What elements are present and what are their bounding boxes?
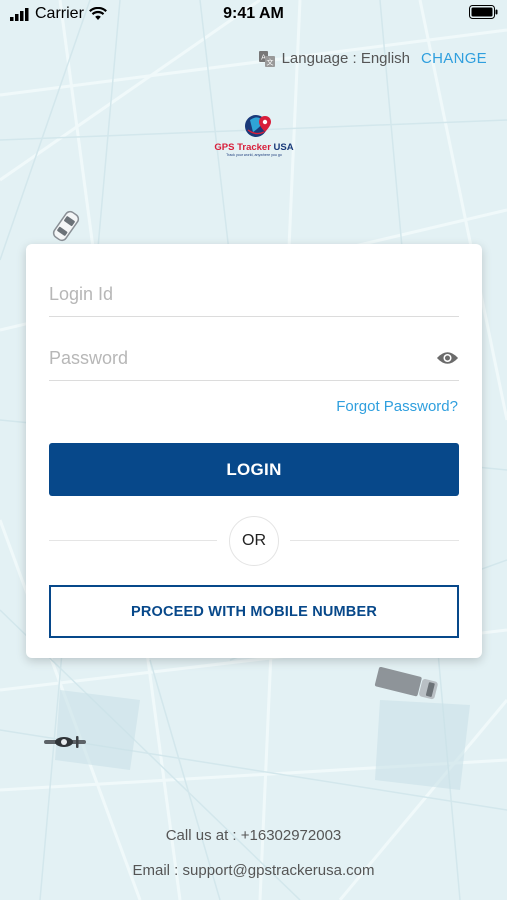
password-field[interactable]: Password (49, 336, 459, 381)
truck-icon (374, 666, 438, 700)
call-us-text: Call us at : +16302972003 (165, 827, 342, 844)
translate-icon: A 文 (258, 50, 275, 67)
login-id-field[interactable]: Login Id (49, 272, 459, 317)
svg-text:GPS Tracker USA: GPS Tracker USA (214, 142, 293, 153)
status-time: 9:41 AM (223, 5, 284, 22)
svg-text:Track your world, anywhere you: Track your world, anywhere you go (226, 153, 282, 157)
or-divider-left (49, 540, 217, 541)
proceed-with-mobile-button[interactable]: PROCEED WITH MOBILE NUMBER (49, 585, 459, 638)
login-card: Login Id Password Forgot Password? LOGIN… (26, 244, 482, 658)
password-placeholder: Password (49, 348, 129, 368)
support-email-text: Email : support@gpstrackerusa.com (132, 862, 375, 879)
login-button[interactable]: LOGIN (49, 443, 459, 496)
language-selector: A 文 Language : English CHANGE (258, 50, 487, 67)
language-label: Language : English (281, 50, 411, 67)
motorcycle-icon (44, 736, 86, 748)
svg-text:文: 文 (266, 57, 273, 66)
change-language-button[interactable]: CHANGE (421, 50, 487, 67)
car-icon (52, 210, 80, 242)
login-id-placeholder: Login Id (49, 284, 114, 304)
battery-icon (469, 5, 499, 24)
eye-icon[interactable] (436, 350, 459, 366)
or-divider-right (290, 540, 459, 541)
or-separator: OR (229, 516, 279, 566)
status-bar: Carrier 9:41 AM (0, 0, 507, 28)
gps-tracker-usa-logo: GPS Tracker USA Track your world, anywhe… (214, 115, 294, 157)
forgot-password-link[interactable]: Forgot Password? (336, 398, 458, 415)
